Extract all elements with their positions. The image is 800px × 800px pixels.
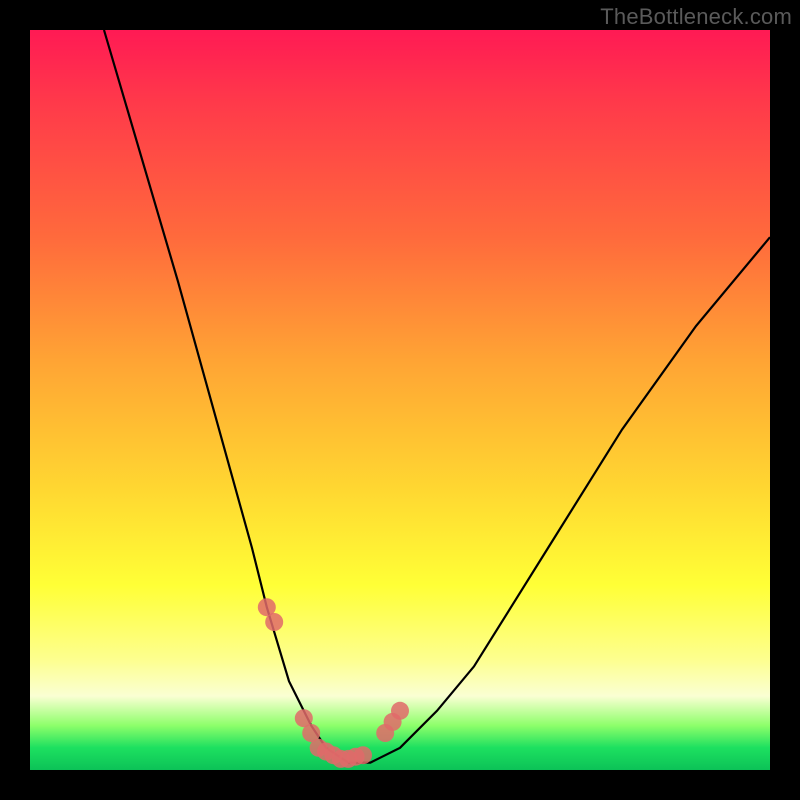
curve-path: [104, 30, 770, 763]
curve-layer: [30, 30, 770, 770]
bottleneck-curve: [104, 30, 770, 763]
watermark-text: TheBottleneck.com: [600, 4, 792, 30]
chart-frame: TheBottleneck.com: [0, 0, 800, 800]
highlighted-points: [258, 598, 409, 768]
marker-dot: [391, 702, 409, 720]
marker-dot: [354, 746, 372, 764]
marker-dot: [265, 613, 283, 631]
